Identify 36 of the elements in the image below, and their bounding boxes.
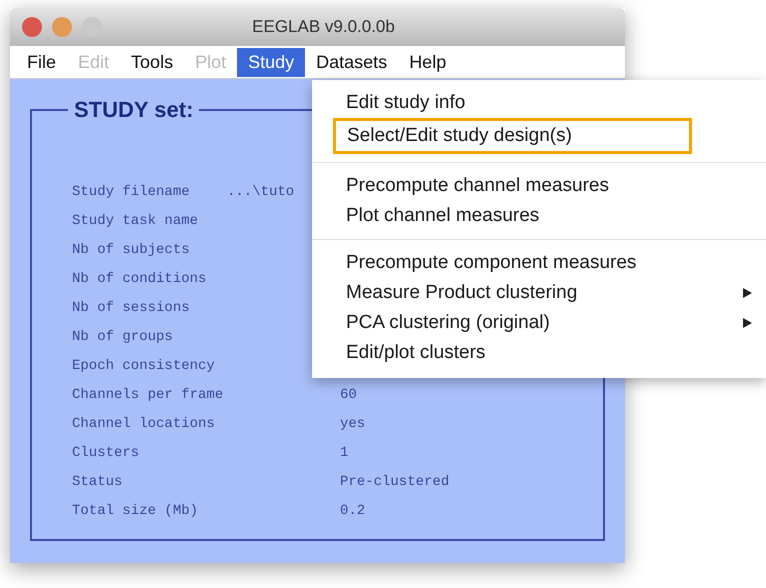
menu-item[interactable]: Edit study info xyxy=(312,88,766,118)
menu-item[interactable]: Plot channel measures xyxy=(312,201,766,231)
field-value: Pre-clustered xyxy=(340,474,450,490)
field-value: ...\tuto xyxy=(227,184,294,200)
close-button[interactable] xyxy=(22,17,42,37)
field-value: 0.2 xyxy=(340,503,366,519)
menu-item[interactable]: Datasets xyxy=(305,48,398,76)
field-label: Nb of subjects xyxy=(72,242,191,258)
field-label: Channel locations xyxy=(72,416,216,432)
field-label: Total size (Mb) xyxy=(72,503,200,519)
window-title: EEGLAB v9.0.0.0b xyxy=(251,17,396,37)
menu-item[interactable]: Precompute channel measures xyxy=(312,171,766,201)
field-value: 60 xyxy=(340,387,357,403)
field-label: Nb of groups xyxy=(72,329,174,345)
menu-item[interactable]: Precompute component measures xyxy=(312,248,766,278)
field-value: yes xyxy=(340,416,366,432)
menu-item[interactable]: Tools xyxy=(120,48,184,76)
menu-item[interactable]: PCA clustering (original) xyxy=(312,308,766,338)
field-label: Study task name xyxy=(72,213,200,229)
minimize-button[interactable] xyxy=(52,17,72,37)
menu-item[interactable]: File xyxy=(16,48,68,76)
menu-item[interactable]: Measure Product clustering xyxy=(312,278,766,308)
field-label: Study filename xyxy=(72,184,191,200)
submenu-arrow-icon xyxy=(743,288,752,298)
field-label: Status xyxy=(72,474,124,490)
field-label: Clusters xyxy=(72,445,140,461)
field-label: Nb of conditions xyxy=(72,271,208,287)
field-label: Epoch consistency xyxy=(72,358,216,374)
submenu-arrow-icon xyxy=(743,318,752,328)
menu-item[interactable]: Help xyxy=(398,48,458,76)
field-label: Nb of sessions xyxy=(72,300,191,316)
field-value: 1 xyxy=(340,445,348,461)
menu-item[interactable]: Edit/plot clusters xyxy=(312,338,766,368)
menu-item[interactable]: Study xyxy=(237,48,306,76)
field-label: Channels per frame xyxy=(72,387,224,403)
menu-item[interactable]: Select/Edit study design(s) xyxy=(333,118,692,154)
